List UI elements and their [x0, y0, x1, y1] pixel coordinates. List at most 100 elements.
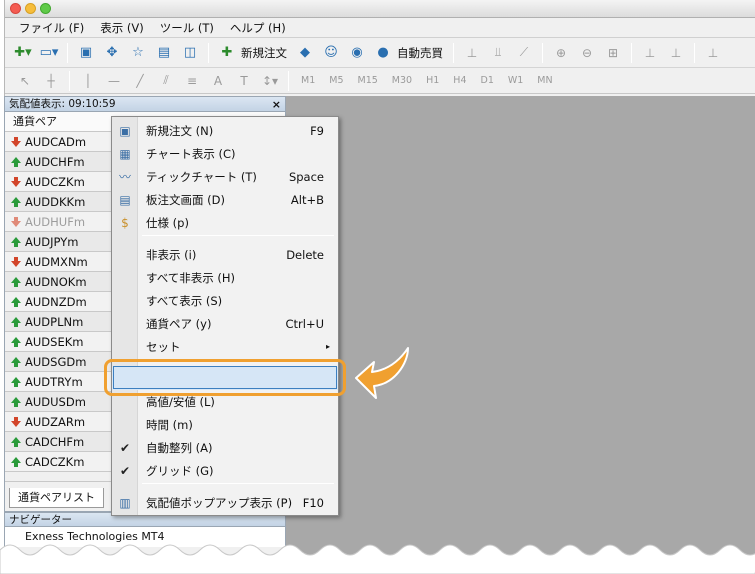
tab-symbols[interactable]: 通貨ペアリスト: [9, 488, 104, 508]
drawing-toolbar: ↖ ┼ │ — ╱ ⫽ ≡ A T ↕▾ M1 M5 M15 M30 H1 H4…: [5, 68, 755, 94]
menu-item[interactable]: 通貨ペア (y) Ctrl+U: [112, 312, 338, 335]
horizontal-line-icon[interactable]: —: [102, 70, 126, 92]
line-chart-icon[interactable]: ⟋: [512, 42, 536, 64]
data-window-icon[interactable]: ✥: [100, 42, 124, 64]
text-icon[interactable]: A: [206, 70, 230, 92]
toolbar-divider: [542, 42, 543, 63]
toolbar-divider: [288, 70, 289, 91]
vertical-line-icon[interactable]: │: [76, 70, 100, 92]
menu-tools[interactable]: ツール (T): [152, 18, 222, 38]
context-menu: ▣ 新規注文 (N) F9 ▦ チャート表示 (C) 〰 ティックチャート (T) Space…: [111, 116, 339, 516]
menu-item-label: 非表示 (i): [146, 247, 197, 262]
minimize-window-button[interactable]: [25, 3, 36, 14]
up-arrow-icon: [11, 436, 21, 447]
zoom-window-button[interactable]: [40, 3, 51, 14]
menu-item[interactable]: すべて非表示 (H): [112, 266, 338, 289]
new-order-icon: ▣: [119, 123, 131, 138]
menu-item[interactable]: $ 仕様 (p): [112, 211, 338, 234]
terminal-icon[interactable]: ▤: [152, 42, 176, 64]
trendline-icon[interactable]: ╱: [128, 70, 152, 92]
new-chart-icon[interactable]: ✚▾: [11, 42, 35, 64]
down-arrow-icon: [11, 136, 21, 147]
up-arrow-icon: [11, 276, 21, 287]
navigator-icon[interactable]: ☆: [126, 42, 150, 64]
timeframe-m1[interactable]: M1: [295, 75, 321, 86]
strategy-tester-icon[interactable]: ◫: [178, 42, 202, 64]
equidistant-channel-icon[interactable]: ⫽: [154, 70, 178, 92]
indicators-icon[interactable]: ⊥: [701, 42, 725, 64]
close-icon[interactable]: ×: [272, 97, 281, 112]
tile-windows-icon[interactable]: ⊞: [601, 42, 625, 64]
up-arrow-icon: [11, 236, 21, 247]
menu-item-label: 新規注文 (N): [146, 123, 214, 138]
down-arrow-icon: [11, 176, 21, 187]
menu-item-shortcut: Space: [288, 169, 324, 184]
auto-trading-icon[interactable]: ●: [371, 42, 395, 64]
bar-chart-icon[interactable]: ⊥: [460, 42, 484, 64]
text-label-icon[interactable]: T: [232, 70, 256, 92]
menu-item[interactable]: すべて表示 (S): [112, 289, 338, 312]
menu-item[interactable]: 時間 (m): [112, 413, 338, 436]
chart-shift-icon[interactable]: ⊥: [664, 42, 688, 64]
torn-edge: [0, 544, 755, 574]
symbol-name: AUDCADm: [25, 134, 87, 149]
timeframe-m15[interactable]: M15: [352, 75, 384, 86]
wifi-icon[interactable]: ◉: [345, 42, 369, 64]
highlight-ring: [104, 359, 346, 396]
timeframe-h4[interactable]: H4: [447, 75, 472, 86]
auto-trading-button[interactable]: 自動売買: [397, 45, 447, 61]
market-watch-title-bar: 気配値表示: 09:10:59 ×: [5, 97, 285, 112]
menu-item-label: すべて非表示 (H): [146, 270, 236, 285]
zoom-out-icon[interactable]: ⊖: [575, 42, 599, 64]
main-toolbar: ✚▾ ▭▾ ▣ ✥ ☆ ▤ ◫ ✚ 新規注文 ◆ ☺ ◉ ● 自動売買 ⊥ ⫫ …: [5, 38, 755, 68]
symbol-name: CADCZKm: [25, 454, 85, 469]
autoscroll-icon[interactable]: ⊥: [638, 42, 662, 64]
new-order-button[interactable]: 新規注文: [241, 45, 291, 61]
menu-item-shortcut: F10: [302, 495, 324, 510]
fibonacci-icon[interactable]: ≡: [180, 70, 204, 92]
timeframe-w1[interactable]: W1: [502, 75, 529, 86]
arrows-icon[interactable]: ↕▾: [258, 70, 282, 92]
menu-separator: [142, 235, 334, 236]
metaeditor-icon[interactable]: ◆: [293, 42, 317, 64]
depth-of-market-icon: ▤: [119, 192, 131, 207]
down-arrow-icon: [11, 216, 21, 227]
menu-item[interactable]: ✔ グリッド (G): [112, 459, 338, 482]
title-bar: [5, 0, 755, 18]
menu-view[interactable]: 表示 (V): [92, 18, 152, 38]
menu-file[interactable]: ファイル (F): [11, 18, 92, 38]
menu-item[interactable]: ▤ 板注文画面 (D) Alt+B: [112, 188, 338, 211]
symbol-name: AUDSGDm: [25, 354, 87, 369]
menu-item[interactable]: ▦ チャート表示 (C): [112, 142, 338, 165]
timeframe-mn[interactable]: MN: [531, 75, 558, 86]
menu-item[interactable]: ✔ 自動整列 (A): [112, 436, 338, 459]
symbol-name: AUDTRYm: [25, 374, 83, 389]
market-watch-icon[interactable]: ▣: [74, 42, 98, 64]
timeframe-h1[interactable]: H1: [420, 75, 445, 86]
menu-item[interactable]: 非表示 (i) Delete: [112, 243, 338, 266]
timeframe-m30[interactable]: M30: [386, 75, 418, 86]
chart-area[interactable]: [286, 96, 755, 574]
candlestick-icon[interactable]: ⫫: [486, 42, 510, 64]
menu-item-label: セット: [146, 339, 181, 354]
specification-icon: $: [121, 215, 129, 230]
pointer-arrow-icon: [355, 347, 409, 399]
signals-icon[interactable]: ☺: [319, 42, 343, 64]
cursor-icon[interactable]: ↖: [13, 70, 37, 92]
timeframe-m5[interactable]: M5: [323, 75, 349, 86]
close-window-button[interactable]: [10, 3, 21, 14]
menu-item-label: すべて表示 (S): [146, 293, 223, 308]
menu-item[interactable]: セット ▸: [112, 335, 338, 358]
menu-separator: [142, 483, 334, 484]
menu-help[interactable]: ヘルプ (H): [222, 18, 294, 38]
menu-item[interactable]: 〰 ティックチャート (T) Space: [112, 165, 338, 188]
zoom-in-icon[interactable]: ⊕: [549, 42, 573, 64]
menu-item[interactable]: ▣ 新規注文 (N) F9: [112, 119, 338, 142]
timeframe-d1[interactable]: D1: [475, 75, 500, 86]
profiles-icon[interactable]: ▭▾: [37, 42, 61, 64]
menu-item-label: 自動整列 (A): [146, 440, 213, 455]
menu-item[interactable]: ▥ 気配値ポップアップ表示 (P) F10: [112, 491, 338, 514]
menu-bar: ファイル (F) 表示 (V) ツール (T) ヘルプ (H): [5, 18, 755, 38]
crosshair-icon[interactable]: ┼: [39, 70, 63, 92]
new-order-icon[interactable]: ✚: [215, 42, 239, 64]
